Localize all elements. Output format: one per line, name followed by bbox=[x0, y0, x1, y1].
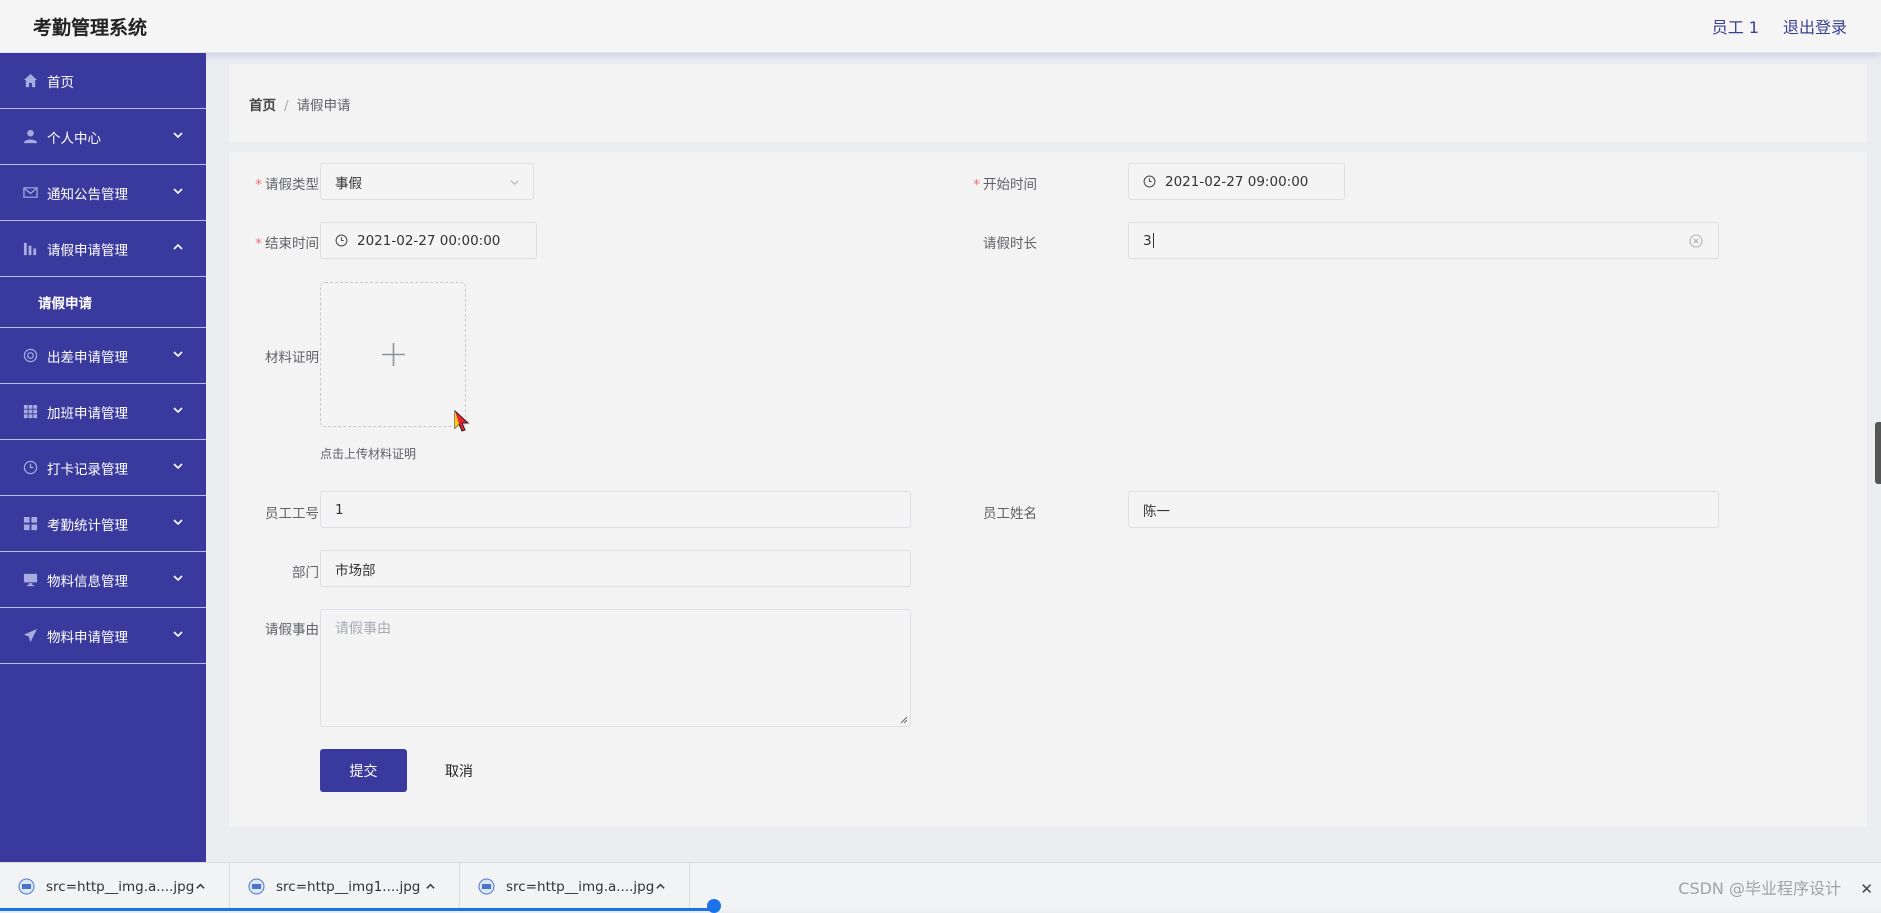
chevron-down-icon bbox=[172, 516, 186, 530]
mouse-cursor-icon bbox=[454, 410, 470, 432]
clear-icon[interactable] bbox=[1689, 234, 1704, 249]
chevron-down-icon bbox=[172, 628, 186, 642]
sidebar: 首页 个人中心 通知公告管理 请假申请管理 请假申请 出差申请管理 加班申请管理… bbox=[0, 53, 206, 862]
breadcrumb: 首页 / 请假申请 bbox=[249, 94, 351, 114]
page-scrollbar[interactable] bbox=[1875, 422, 1881, 484]
end-time-label: * 结束时间 bbox=[255, 236, 319, 252]
sidebar-item-home[interactable]: 首页 bbox=[0, 53, 206, 109]
sidebar-item-leave[interactable]: 请假申请管理 bbox=[0, 221, 206, 277]
home-icon bbox=[22, 72, 39, 89]
user-icon bbox=[22, 128, 39, 145]
submit-button[interactable]: 提交 bbox=[320, 749, 407, 792]
chevron-down-icon bbox=[172, 460, 186, 474]
chevron-down-icon bbox=[172, 348, 186, 362]
chevron-down-icon bbox=[509, 176, 521, 188]
chevron-up-icon[interactable] bbox=[195, 880, 207, 892]
sidebar-item-personal[interactable]: 个人中心 bbox=[0, 109, 206, 165]
reason-placeholder: 请假事由 bbox=[335, 621, 391, 637]
chart-icon bbox=[22, 240, 39, 257]
upload-tip: 点击上传材料证明 bbox=[320, 447, 417, 461]
text-caret bbox=[1152, 233, 1154, 248]
download-item[interactable]: src=http__img1....jpg bbox=[230, 863, 460, 911]
chevron-down-icon bbox=[172, 572, 186, 586]
department-input[interactable]: 市场部 bbox=[320, 550, 911, 587]
image-file-icon bbox=[478, 878, 496, 896]
breadcrumb-home[interactable]: 首页 bbox=[249, 98, 276, 114]
clock-icon bbox=[1143, 175, 1157, 189]
sidebar-item-label: 出差申请管理 bbox=[47, 349, 128, 366]
leave-type-select[interactable]: 事假 bbox=[320, 163, 534, 200]
download-item[interactable]: src=http__img.a....jpg bbox=[0, 863, 230, 911]
employee-id-label: 员工工号 bbox=[265, 506, 319, 522]
leave-form: * 请假类型 事假 * 开始时间 2021-02-27 09:00:00 * 结束时间… bbox=[229, 152, 1867, 827]
app-title: 考勤管理系统 bbox=[33, 17, 148, 39]
image-file-icon bbox=[248, 878, 266, 896]
chevron-up-icon bbox=[172, 241, 186, 255]
chevron-down-icon bbox=[172, 404, 186, 418]
employee-id-input[interactable]: 1 bbox=[320, 491, 911, 528]
resize-handle-icon[interactable] bbox=[900, 716, 908, 724]
mail-icon bbox=[22, 184, 39, 201]
chevron-up-icon[interactable] bbox=[425, 880, 437, 892]
logout-button[interactable]: 退出登录 bbox=[1783, 14, 1847, 38]
clock-icon bbox=[335, 234, 349, 248]
employee-name-label: 员工姓名 bbox=[983, 506, 1037, 522]
sidebar-item-label: 首页 bbox=[47, 74, 74, 91]
breadcrumb-separator: / bbox=[284, 98, 289, 114]
department-label: 部门 bbox=[292, 565, 319, 581]
header-actions: 员工 1 退出登录 bbox=[1712, 14, 1847, 38]
sidebar-item-label: 通知公告管理 bbox=[47, 186, 128, 203]
download-bar: src=http__img.a....jpg src=http__img1...… bbox=[0, 862, 1881, 911]
top-bar: 考勤管理系统 员工 1 退出登录 bbox=[0, 0, 1881, 53]
sidebar-item-label: 请假申请管理 bbox=[47, 242, 128, 259]
sidebar-item-trip[interactable]: 出差申请管理 bbox=[0, 328, 206, 384]
sidebar-item-material-info[interactable]: 物料信息管理 bbox=[0, 552, 206, 608]
chevron-up-icon[interactable] bbox=[655, 880, 667, 892]
start-time-label: * 开始时间 bbox=[973, 177, 1037, 193]
globe-icon bbox=[22, 347, 39, 364]
duration-input[interactable]: 3 bbox=[1128, 222, 1719, 259]
watermark: CSDN @毕业程序设计 bbox=[1678, 879, 1841, 898]
image-file-icon bbox=[18, 878, 36, 896]
material-label: 材料证明 bbox=[265, 350, 319, 366]
sidebar-item-label: 加班申请管理 bbox=[47, 405, 128, 422]
apps-icon bbox=[22, 515, 39, 532]
monitor-icon bbox=[22, 571, 39, 588]
download-item[interactable]: src=http__img.a....jpg bbox=[460, 863, 690, 911]
breadcrumb-card: 首页 / 请假申请 bbox=[229, 64, 1867, 142]
send-icon bbox=[22, 627, 39, 644]
grid-icon bbox=[22, 403, 39, 420]
sidebar-item-label: 个人中心 bbox=[47, 130, 101, 147]
end-time-picker[interactable]: 2021-02-27 00:00:00 bbox=[320, 222, 537, 259]
sidebar-item-notice[interactable]: 通知公告管理 bbox=[0, 165, 206, 221]
cancel-button[interactable]: 取消 bbox=[431, 749, 487, 792]
sidebar-item-label: 物料申请管理 bbox=[47, 629, 128, 646]
chevron-down-icon bbox=[172, 129, 186, 143]
sidebar-item-label: 物料信息管理 bbox=[47, 573, 128, 590]
sidebar-item-material-apply[interactable]: 物料申请管理 bbox=[0, 608, 206, 664]
sidebar-item-overtime[interactable]: 加班申请管理 bbox=[0, 384, 206, 440]
reason-label: 请假事由 bbox=[265, 622, 319, 638]
material-upload[interactable] bbox=[320, 282, 466, 427]
employee-name-input[interactable]: 陈一 bbox=[1128, 491, 1719, 528]
plus-icon bbox=[382, 343, 405, 366]
reason-textarea[interactable]: 请假事由 bbox=[320, 609, 911, 727]
sidebar-item-clockin[interactable]: 打卡记录管理 bbox=[0, 440, 206, 496]
breadcrumb-current: 请假申请 bbox=[296, 98, 351, 114]
leave-type-label: * 请假类型 bbox=[255, 177, 319, 193]
duration-label: 请假时长 bbox=[983, 236, 1037, 252]
clock-icon bbox=[22, 459, 39, 476]
user-name[interactable]: 员工 1 bbox=[1712, 14, 1759, 38]
start-time-picker[interactable]: 2021-02-27 09:00:00 bbox=[1128, 163, 1345, 200]
chevron-down-icon bbox=[172, 185, 186, 199]
sidebar-item-stats[interactable]: 考勤统计管理 bbox=[0, 496, 206, 552]
sidebar-item-label: 考勤统计管理 bbox=[47, 517, 128, 534]
sidebar-item-label: 打卡记录管理 bbox=[47, 461, 128, 478]
close-icon[interactable]: ✕ bbox=[1860, 880, 1873, 898]
sidebar-subitem-leave-apply[interactable]: 请假申请 bbox=[0, 277, 206, 328]
